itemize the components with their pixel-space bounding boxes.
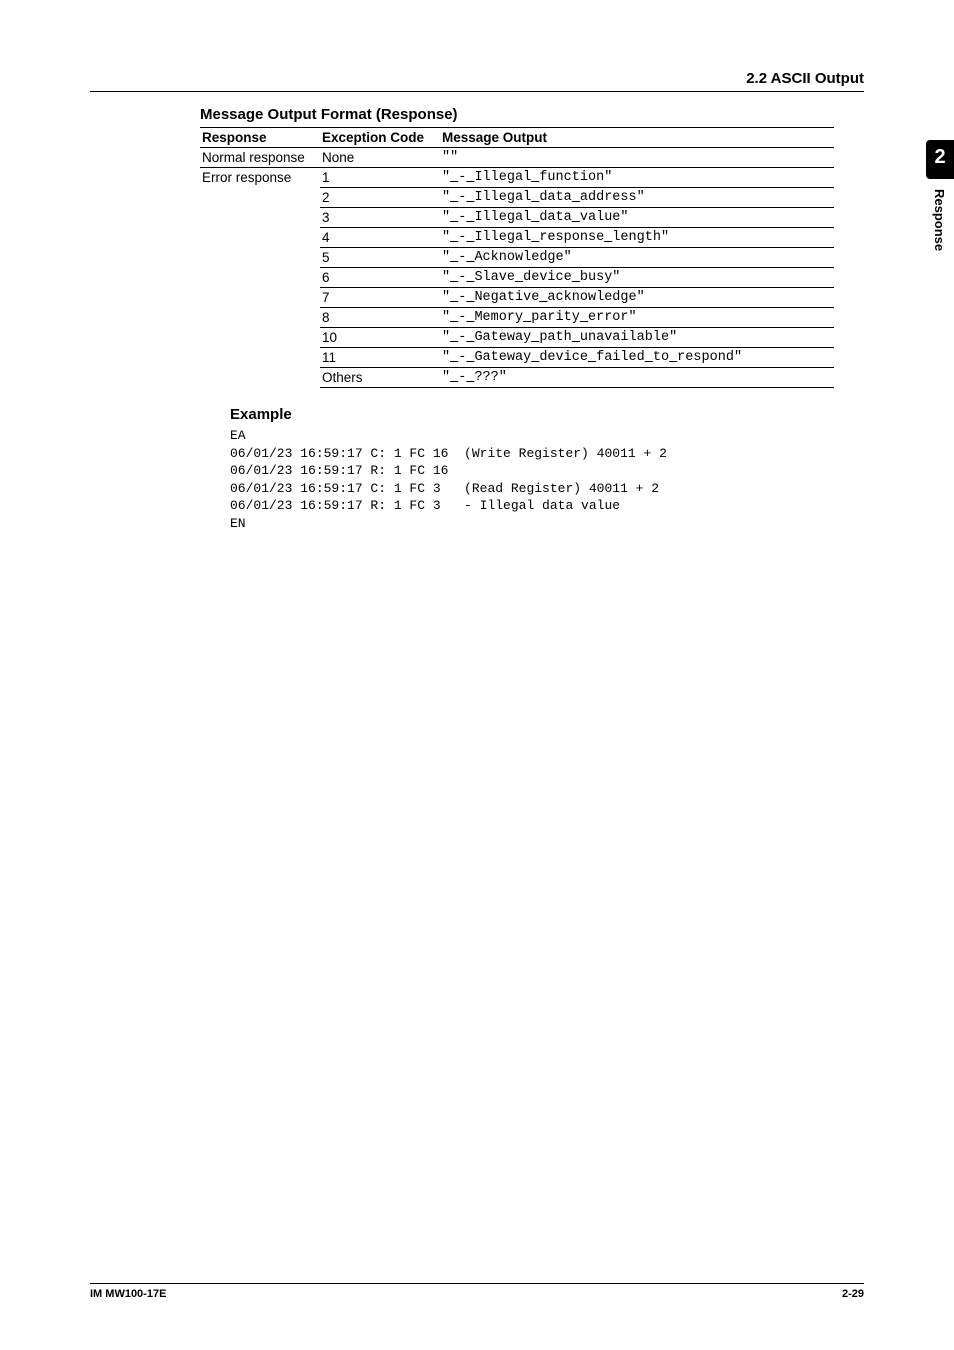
cell-exception: 4 [320,228,440,248]
cell-exception: 5 [320,248,440,268]
table-header-row: Response Exception Code Message Output [200,128,834,148]
col-message: Message Output [440,128,834,148]
cell-message: " - Illegal data address" [440,188,834,208]
chapter-label: Response [932,189,947,251]
cell-response: Normal response [200,148,320,168]
table-row: Error response1" - Illegal function" [200,168,834,188]
cell-exception: 3 [320,208,440,228]
cell-message: " - Illegal data value" [440,208,834,228]
side-tab: 2 Response [926,140,954,251]
response-table: Response Exception Code Message Output N… [200,127,834,388]
cell-exception: 8 [320,308,440,328]
cell-message: " - ???" [440,368,834,388]
cell-message: " - Negative acknowledge" [440,288,834,308]
cell-exception: 2 [320,188,440,208]
cell-message: " - Acknowledge" [440,248,834,268]
cell-exception: 10 [320,328,440,348]
page-footer: IM MW100-17E 2-29 [90,1283,864,1300]
table-title: Message Output Format (Response) [200,106,834,123]
footer-doc-id: IM MW100-17E [90,1288,166,1300]
cell-message: " - Gateway path unavailable" [440,328,834,348]
example-title: Example [230,406,864,423]
cell-exception: None [320,148,440,168]
cell-exception: 7 [320,288,440,308]
cell-message: "" [440,148,834,168]
cell-exception: 6 [320,268,440,288]
cell-exception: 1 [320,168,440,188]
col-response: Response [200,128,320,148]
cell-message: " - Slave device busy" [440,268,834,288]
cell-message: " - Illegal response length" [440,228,834,248]
col-exception: Exception Code [320,128,440,148]
section-header: 2.2 ASCII Output [90,70,864,87]
footer-page-num: 2-29 [842,1288,864,1300]
cell-exception: 11 [320,348,440,368]
cell-message: " - Memory parity error" [440,308,834,328]
cell-exception: Others [320,368,440,388]
table-row: Normal responseNone"" [200,148,834,168]
cell-response: Error response [200,168,320,388]
example-code: EA 06/01/23 16:59:17 C: 1 FC 16 (Write R… [230,427,864,532]
cell-message: " - Gateway device failed to respond" [440,348,834,368]
chapter-number: 2 [926,140,954,179]
cell-message: " - Illegal function" [440,168,834,188]
